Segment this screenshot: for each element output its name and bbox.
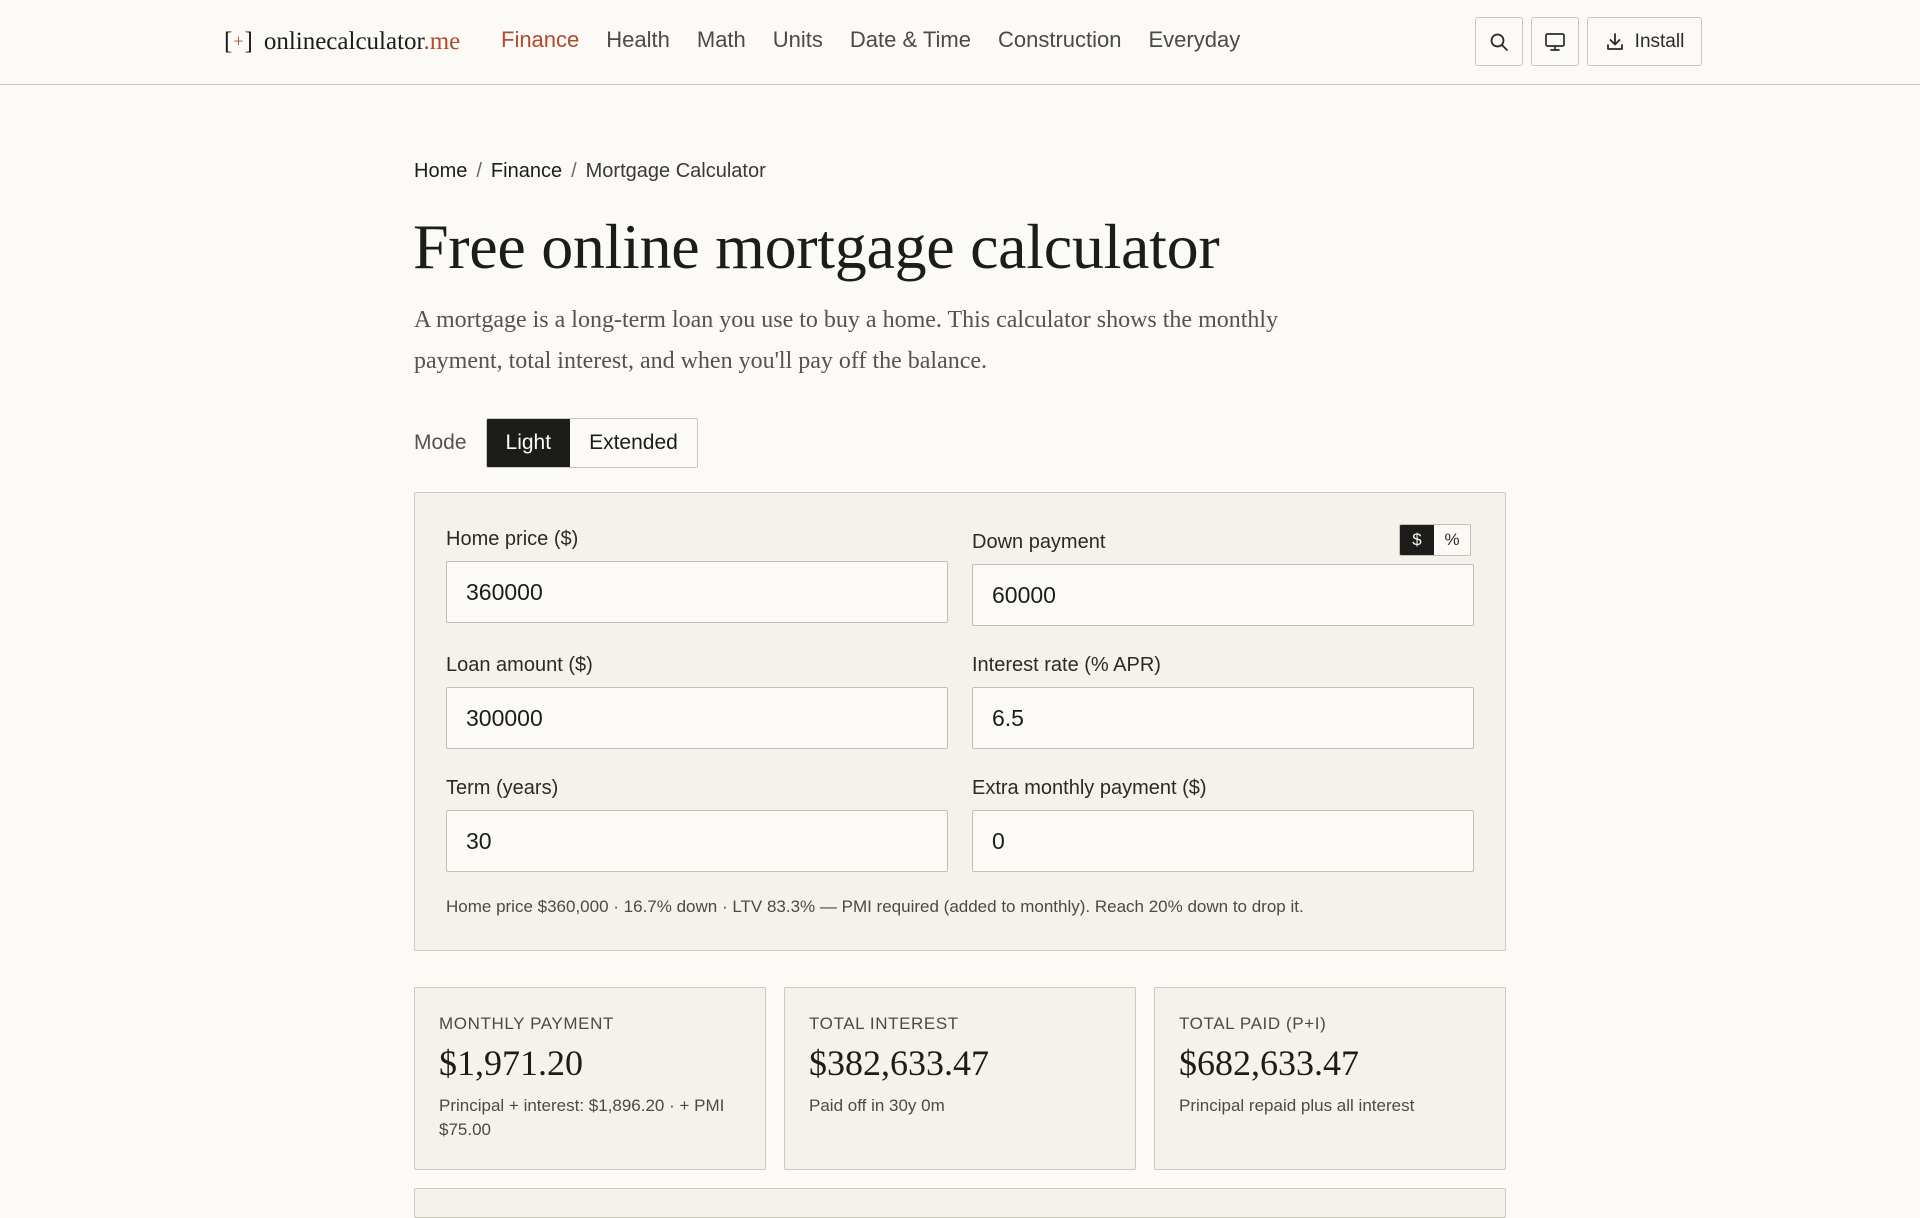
- term-input[interactable]: 30: [446, 810, 948, 872]
- next-section-card: [414, 1188, 1506, 1218]
- mortgage-form: Home price ($) 360000 Down payment 60000…: [414, 492, 1506, 951]
- mode-segmented-control: Light Extended: [485, 418, 698, 468]
- breadcrumb-separator: /: [476, 160, 482, 182]
- breadcrumb: Home / Finance / Mortgage Calculator: [414, 160, 766, 183]
- search-icon: [1490, 33, 1508, 51]
- unit-dollar-button[interactable]: $: [1400, 525, 1434, 555]
- total-paid-card: TOTAL PAID (P+I) $682,633.47 Principal r…: [1154, 987, 1506, 1170]
- home-price-input[interactable]: 360000: [446, 561, 948, 623]
- nav-item-construction[interactable]: Construction: [998, 27, 1122, 53]
- monthly-payment-note: Principal + interest: $1,896.20 · + PMI …: [439, 1096, 725, 1139]
- monitor-icon: [1545, 32, 1565, 51]
- loan-amount-input[interactable]: 300000: [446, 687, 948, 749]
- header-actions: Install: [1475, 17, 1702, 66]
- page-intro: A mortgage is a long-term loan you use t…: [414, 307, 1279, 374]
- term-label: Term (years): [446, 777, 559, 799]
- site-logo[interactable]: [+] onlinecalculator.me: [224, 24, 460, 60]
- mode-option-extended[interactable]: Extended: [570, 419, 697, 467]
- nav-item-date-time[interactable]: Date & Time: [850, 27, 971, 53]
- brand-name: onlinecalculator: [263, 28, 424, 55]
- mode-label: Mode: [414, 431, 467, 454]
- brand-tld: .me: [423, 28, 461, 55]
- nav-item-math[interactable]: Math: [697, 27, 746, 53]
- total-interest-label: TOTAL INTEREST: [809, 1014, 959, 1033]
- main-nav: Finance Health Math Units Date & Time Co…: [501, 22, 1240, 58]
- theme-toggle-button[interactable]: [1531, 17, 1579, 66]
- interest-rate-input[interactable]: 6.5: [972, 687, 1474, 749]
- extra-payment-label: Extra monthly payment ($): [972, 777, 1207, 799]
- down-payment-unit-toggle: $ %: [1399, 524, 1471, 556]
- download-icon: [1606, 32, 1623, 50]
- breadcrumb-current: Mortgage Calculator: [585, 160, 766, 182]
- nav-item-units[interactable]: Units: [773, 27, 823, 53]
- nav-item-health[interactable]: Health: [606, 27, 670, 53]
- mode-option-light[interactable]: Light: [486, 419, 571, 467]
- home-price-field: Home price ($) 360000: [446, 528, 948, 623]
- install-label: Install: [1634, 30, 1685, 52]
- page-title: Free online mortgage calculator: [413, 211, 1220, 282]
- interest-rate-label: Interest rate (% APR): [972, 654, 1161, 676]
- total-interest-value: $382,633.47: [809, 1043, 989, 1083]
- down-payment-input[interactable]: 60000: [972, 564, 1474, 626]
- unit-percent-button[interactable]: %: [1434, 525, 1470, 555]
- total-interest-card: TOTAL INTEREST $382,633.47 Paid off in 3…: [784, 987, 1136, 1170]
- total-interest-note: Paid off in 30y 0m: [809, 1096, 945, 1115]
- breadcrumb-finance[interactable]: Finance: [491, 160, 562, 183]
- home-price-label: Home price ($): [446, 528, 579, 550]
- breadcrumb-separator: /: [571, 160, 577, 182]
- monthly-payment-value: $1,971.20: [439, 1043, 583, 1083]
- mode-switcher: Mode Light Extended: [414, 418, 698, 468]
- total-paid-value: $682,633.47: [1179, 1043, 1359, 1083]
- term-field: Term (years) 30: [446, 777, 948, 872]
- monthly-payment-card: MONTHLY PAYMENT $1,971.20 Principal + in…: [414, 987, 766, 1170]
- install-button[interactable]: Install: [1587, 17, 1702, 66]
- nav-item-everyday[interactable]: Everyday: [1148, 27, 1240, 53]
- ltv-summary-note: Home price $360,000 · 16.7% down · LTV 8…: [446, 897, 1304, 916]
- total-paid-note: Principal repaid plus all interest: [1179, 1096, 1415, 1115]
- monthly-payment-label: MONTHLY PAYMENT: [439, 1014, 614, 1033]
- logo-mark-icon: [+]: [224, 28, 254, 55]
- extra-payment-input[interactable]: 0: [972, 810, 1474, 872]
- loan-amount-label: Loan amount ($): [446, 654, 593, 676]
- total-paid-label: TOTAL PAID (P+I): [1179, 1014, 1327, 1033]
- loan-amount-field: Loan amount ($) 300000: [446, 654, 948, 749]
- site-header: [+] onlinecalculator.me Finance Health M…: [0, 0, 1920, 85]
- nav-item-finance[interactable]: Finance: [501, 27, 579, 53]
- extra-payment-field: Extra monthly payment ($) 0: [972, 777, 1474, 872]
- search-button[interactable]: [1475, 17, 1523, 66]
- breadcrumb-home[interactable]: Home: [414, 160, 467, 183]
- interest-rate-field: Interest rate (% APR) 6.5: [972, 654, 1474, 749]
